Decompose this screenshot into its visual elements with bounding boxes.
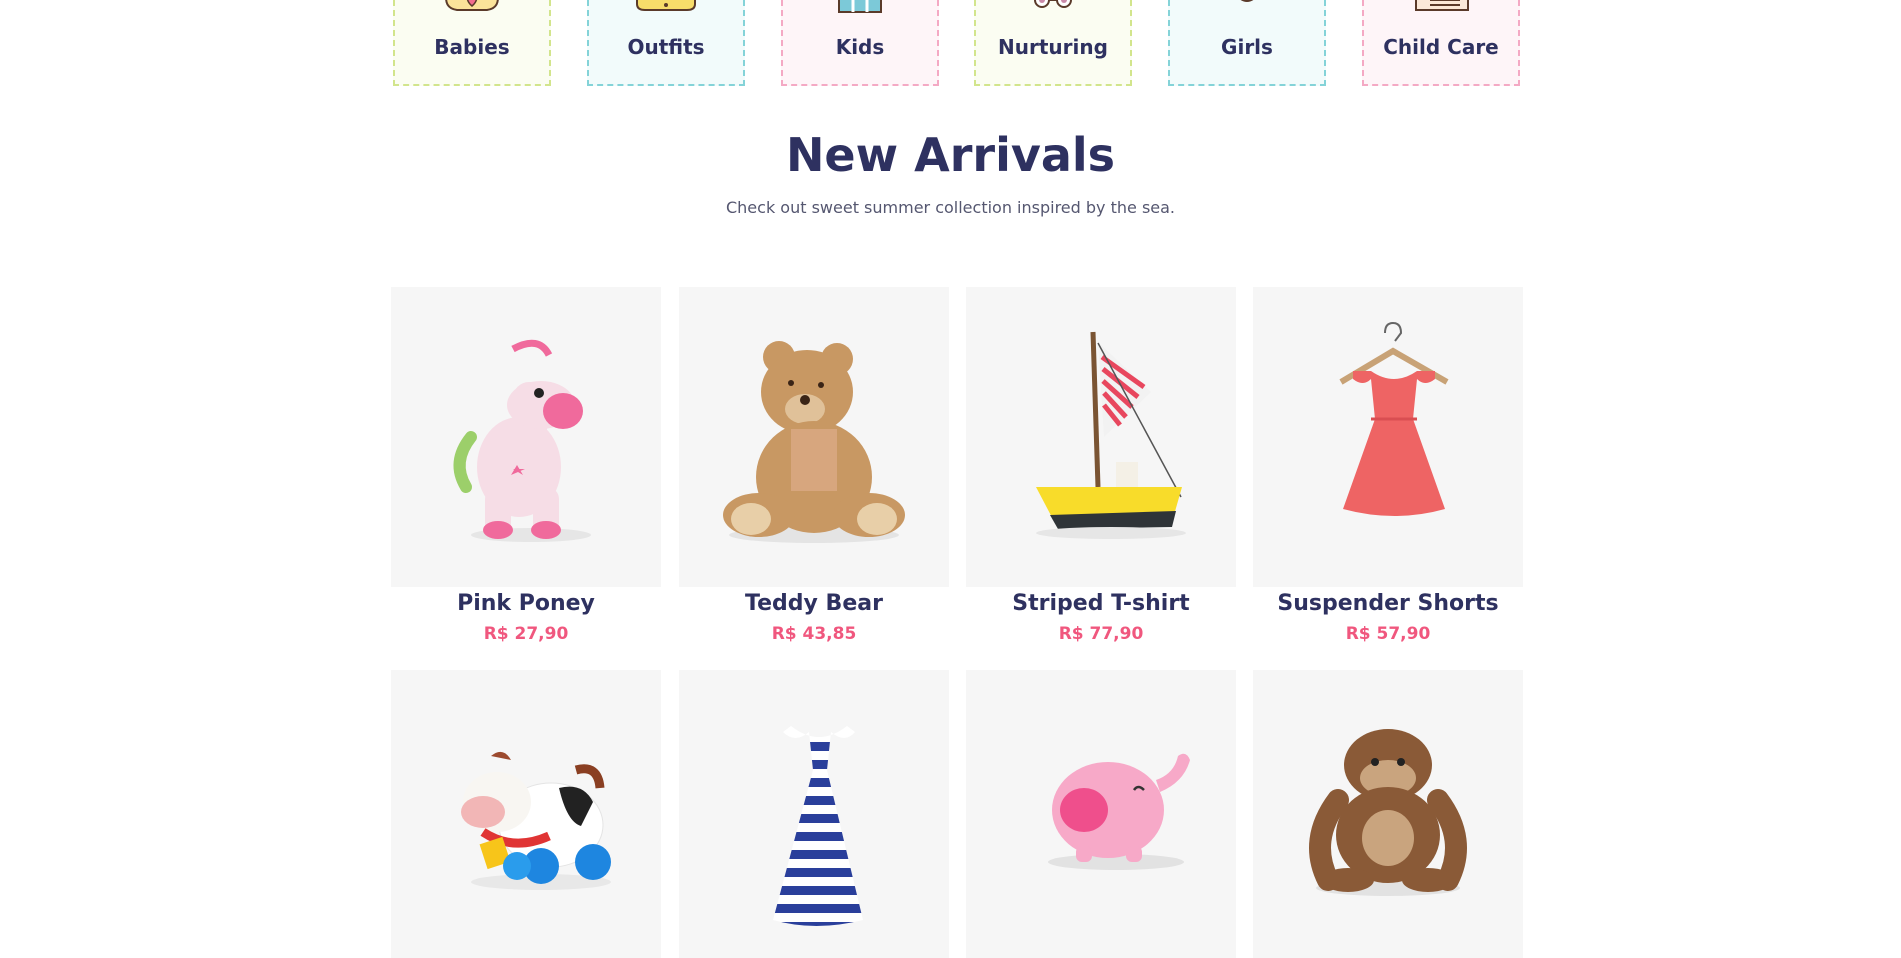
product-price: R$ 77,90: [1058, 624, 1144, 644]
product-card[interactable]: [966, 670, 1236, 958]
product-image-pink-elephant[interactable]: [966, 670, 1236, 958]
product-name[interactable]: Striped T-shirt: [966, 591, 1236, 616]
nurturing-icon: [1018, 0, 1088, 20]
girls-icon: [1212, 0, 1282, 20]
product-name[interactable]: Pink Poney: [391, 591, 661, 616]
product-name[interactable]: Suspender Shorts: [1253, 591, 1523, 616]
child-care-icon: [1406, 0, 1476, 20]
product-price: R$ 57,90: [1345, 624, 1431, 644]
product-card[interactable]: [1253, 670, 1523, 958]
category-label: Outfits: [627, 35, 705, 59]
product-image-toy-cow[interactable]: [391, 670, 661, 958]
product-price: R$ 27,90: [483, 624, 569, 644]
category-label: Babies: [434, 35, 510, 59]
product-price: R$ 43,85: [771, 624, 857, 644]
product-card[interactable]: Teddy Bear R$ 43,85: [679, 287, 949, 644]
category-card-nurturing[interactable]: Nurturing: [974, 0, 1132, 86]
category-card-outfits[interactable]: Outfits: [587, 0, 745, 86]
category-card-babies[interactable]: Babies: [393, 0, 551, 86]
category-card-kids[interactable]: Kids: [781, 0, 939, 86]
product-card[interactable]: [391, 670, 661, 958]
outfits-icon: [631, 0, 701, 20]
product-card[interactable]: Pink Poney R$ 27,90: [391, 287, 661, 644]
category-card-girls[interactable]: Girls: [1168, 0, 1326, 86]
product-image-pink-pony[interactable]: [391, 287, 661, 587]
babies-icon: [437, 0, 507, 20]
product-image-red-dress[interactable]: [1253, 287, 1523, 587]
product-card[interactable]: Striped T-shirt R$ 77,90: [966, 287, 1236, 644]
product-image-plush-monkey[interactable]: [1253, 670, 1523, 958]
product-image-toy-sailboat[interactable]: [966, 287, 1236, 587]
product-card[interactable]: [679, 670, 949, 958]
product-image-striped-dress[interactable]: [679, 670, 949, 958]
product-card[interactable]: Suspender Shorts R$ 57,90: [1253, 287, 1523, 644]
category-label: Kids: [835, 35, 885, 59]
category-label: Nurturing: [998, 35, 1108, 59]
section-subtitle: Check out sweet summer collection inspir…: [725, 198, 1176, 217]
category-card-child-care[interactable]: Child Care: [1362, 0, 1520, 86]
category-label: Girls: [1221, 35, 1273, 59]
section-title: New Arrivals: [785, 128, 1116, 182]
product-name[interactable]: Teddy Bear: [679, 591, 949, 616]
product-image-teddy-bear[interactable]: [679, 287, 949, 587]
kids-icon: [825, 0, 895, 20]
category-label: Child Care: [1383, 35, 1499, 59]
